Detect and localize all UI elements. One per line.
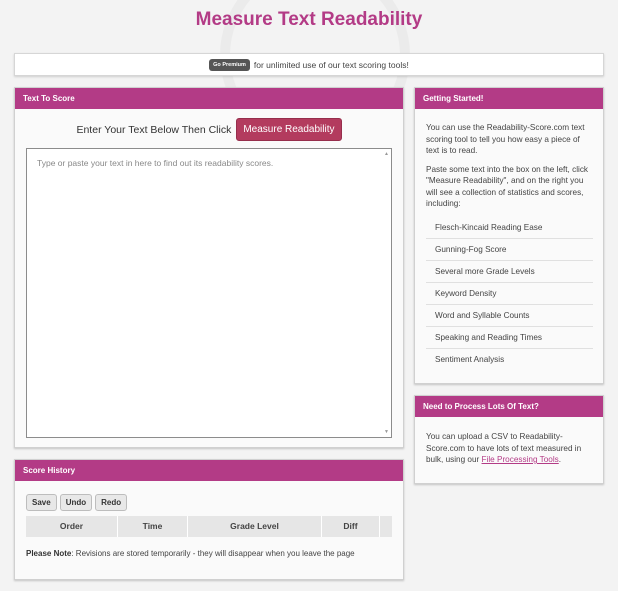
list-item: Several more Grade Levels <box>426 261 593 283</box>
save-button[interactable]: Save <box>26 494 57 511</box>
measure-readability-button[interactable]: Measure Readability <box>236 118 342 141</box>
panel-title: Score History <box>15 460 403 481</box>
list-item: Sentiment Analysis <box>435 354 505 364</box>
process-text-panel: Need to Process Lots Of Text? You can up… <box>414 395 604 484</box>
list-item: Keyword Density <box>426 283 593 305</box>
page-title: Measure Text Readability <box>195 9 423 30</box>
column-header-diff: Diff <box>322 516 380 537</box>
process-text-end: . <box>558 455 562 464</box>
column-header-extra <box>380 516 392 537</box>
panel-title: Getting Started! <box>415 88 603 109</box>
enter-text-row: Enter Your Text Below Then Click Measure… <box>15 118 403 141</box>
scroll-down-icon[interactable]: ▼ <box>384 429 389 435</box>
textarea-placeholder: Type or paste your text in here to find … <box>37 158 274 168</box>
premium-banner: Go Premium for unlimited use of our text… <box>14 53 604 76</box>
history-table-header: Order Time Grade Level Diff <box>26 516 392 537</box>
redo-button[interactable]: Redo <box>95 494 128 511</box>
enter-text-prompt: Enter Your Text Below Then Click <box>76 123 232 136</box>
file-processing-tools-link[interactable]: File Processing Tools <box>482 455 559 464</box>
panel-title: Need to Process Lots Of Text? <box>415 396 603 417</box>
instructions-paragraph: Paste some text into the box on the left… <box>426 164 589 209</box>
list-item: Flesch-Kincaid Reading Ease <box>426 217 593 239</box>
undo-button[interactable]: Undo <box>59 494 93 511</box>
note-label: Please Note <box>26 549 72 558</box>
text-input-area[interactable]: Type or paste your text in here to find … <box>26 148 392 438</box>
go-premium-button[interactable]: Go Premium <box>209 58 250 71</box>
feature-list: Flesch-Kincaid Reading Ease Gunning-Fog … <box>426 217 593 370</box>
column-header-time: Time <box>118 516 188 537</box>
note-text: : Revisions are stored temporarily - the… <box>71 549 355 558</box>
list-item: Gunning-Fog Score <box>426 239 593 261</box>
getting-started-panel: Getting Started! You can use the Readabi… <box>414 87 604 384</box>
score-history-panel: Score History Save Undo Redo Order Time … <box>14 459 404 580</box>
revision-note: Please Note: Revisions are stored tempor… <box>26 549 355 558</box>
history-buttons: Save Undo Redo <box>26 494 128 511</box>
getting-started-body: You can use the Readability-Score.com te… <box>415 109 603 370</box>
text-to-score-panel: Text To Score Enter Your Text Below Then… <box>14 87 404 448</box>
column-header-order: Order <box>26 516 118 537</box>
premium-text: for unlimited use of our text scoring to… <box>253 59 409 70</box>
scroll-up-icon[interactable]: ▲ <box>384 151 389 157</box>
list-item: Word and Syllable Counts <box>426 305 593 327</box>
process-body: You can upload a CSV to Readability-Scor… <box>415 417 603 466</box>
intro-paragraph: You can use the Readability-Score.com te… <box>426 123 585 155</box>
list-item: Speaking and Reading Times <box>426 327 593 349</box>
column-header-grade-level: Grade Level <box>188 516 322 537</box>
panel-title: Text To Score <box>15 88 403 109</box>
